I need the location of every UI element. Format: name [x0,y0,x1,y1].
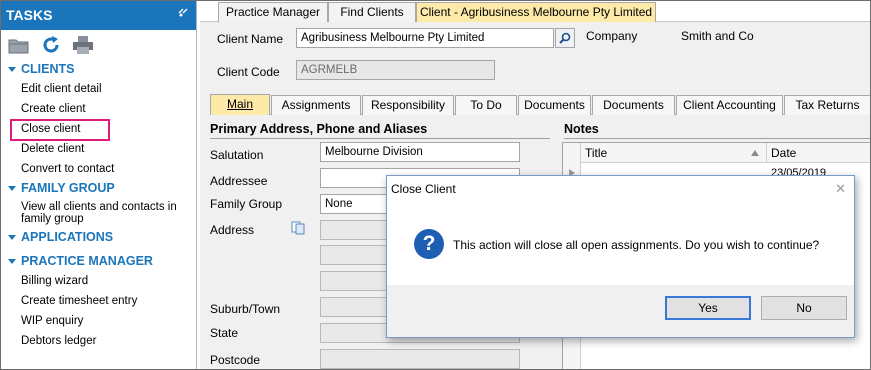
tasks-header: TASKS [0,0,196,30]
addressee-label: Addressee [210,174,268,188]
section-applications[interactable]: APPLICATIONS [0,228,196,247]
task-billing-wizard[interactable]: Billing wizard [0,271,196,291]
tab-find-clients[interactable]: Find Clients [328,2,416,22]
tab-responsibility[interactable]: Responsibility [362,95,454,115]
tasks-sidebar: TASKS CLIENTS Edit client detail Create … [0,0,197,370]
task-view-family-group[interactable]: View all clients and contacts in family … [0,198,196,226]
tab-to-do[interactable]: To Do [455,95,517,115]
dialog-title: Close Client [391,182,456,196]
notes-grid-header [563,143,870,163]
task-create-timesheet-entry[interactable]: Create timesheet entry [0,291,196,311]
client-code-field: AGRMELB [296,60,495,80]
triangle-icon [8,67,16,72]
search-icon[interactable] [555,28,575,48]
close-icon[interactable]: ✕ [835,181,846,197]
section-practice-manager[interactable]: PRACTICE MANAGER [0,252,196,271]
tab-client-accounting[interactable]: Client Accounting [676,95,783,115]
address-label: Address [210,223,255,237]
col-date[interactable]: Date [771,146,796,160]
dialog-message: This action will close all open assignme… [453,238,820,252]
sort-asc-icon [751,150,759,156]
document-tabs: Practice Manager Find Clients Client - A… [200,0,871,22]
question-icon: ? [414,229,444,259]
copy-icon[interactable] [291,221,305,235]
task-close-client[interactable]: Close client [0,119,196,141]
notes-title: Notes [564,122,599,136]
triangle-icon [8,259,16,264]
client-name-field[interactable]: Agribusiness Melbourne Pty Limited [296,28,554,48]
triangle-icon [8,186,16,191]
task-wip-enquiry[interactable]: WIP enquiry [0,311,196,331]
postcode-field[interactable] [320,349,520,369]
tasks-title: TASKS [6,7,53,23]
section-clients[interactable]: CLIENTS [0,60,196,79]
client-name-label: Client Name [217,32,284,46]
refresh-icon[interactable] [38,34,64,56]
task-debtors-ledger[interactable]: Debtors ledger [0,331,196,351]
tab-tax-returns[interactable]: Tax Returns [784,95,871,115]
yes-button[interactable]: Yes [665,296,751,320]
triangle-icon [8,235,16,240]
print-icon[interactable] [70,34,96,56]
col-title[interactable]: Title [585,146,607,160]
dialog-footer: Yes No [387,285,854,337]
tab-documents-1[interactable]: Documents [518,95,591,115]
task-edit-client-detail[interactable]: Edit client detail [0,79,196,99]
section-family-group[interactable]: FAMILY GROUP [0,179,196,198]
tab-documents-2[interactable]: Documents [592,95,675,115]
tab-practice-manager[interactable]: Practice Manager [218,2,328,22]
sidebar-toolbar [0,30,196,60]
folder-icon[interactable] [6,34,32,56]
close-client-dialog: Close Client ✕ ? This action will close … [386,175,855,338]
collapse-icon[interactable] [178,8,188,18]
client-detail-tabs: Main Assignments Responsibility To Do Do… [210,94,871,115]
no-button[interactable]: No [761,296,847,320]
tab-client-agribusiness[interactable]: Client - Agribusiness Melbourne Pty Limi… [416,2,656,22]
company-value: Smith and Co [681,29,754,43]
client-code-label: Client Code [217,65,280,79]
task-convert-to-contact[interactable]: Convert to contact [0,159,196,179]
salutation-label: Salutation [210,148,264,162]
notes-divider [564,138,871,139]
family-group-label: Family Group [210,197,283,211]
task-delete-client[interactable]: Delete client [0,139,196,159]
tab-main[interactable]: Main [210,94,270,115]
col-separator [766,143,767,163]
address-section-title: Primary Address, Phone and Aliases [210,122,428,136]
suburb-label: Suburb/Town [210,302,281,316]
salutation-field[interactable]: Melbourne Division [320,142,520,162]
highlight-box [10,119,110,141]
task-create-client[interactable]: Create client [0,99,196,119]
section-divider [210,138,550,139]
postcode-label: Postcode [210,353,261,367]
tab-assignments[interactable]: Assignments [271,95,361,115]
company-label: Company [586,29,638,43]
state-label: State [210,326,239,340]
